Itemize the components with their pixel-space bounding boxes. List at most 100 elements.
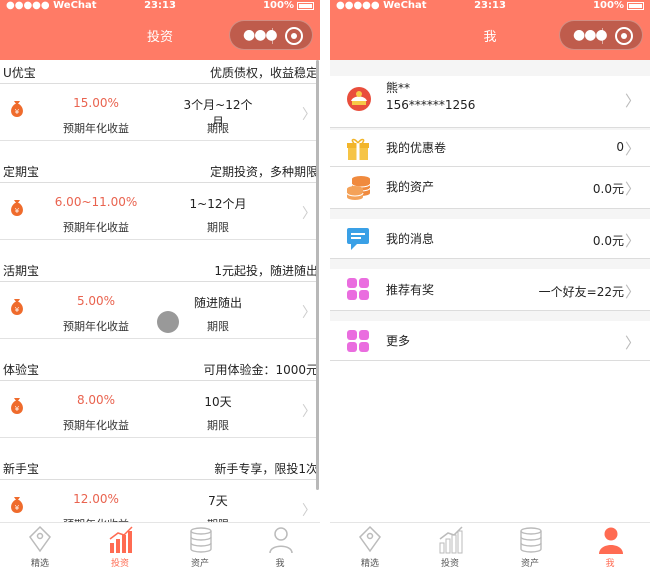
nav-bar: 我 ●●● — [330, 14, 650, 60]
term-value: 10天 — [204, 395, 232, 409]
product-name: 活期宝 — [3, 264, 40, 278]
close-circle-icon[interactable] — [285, 27, 303, 45]
touch-indicator — [157, 311, 179, 333]
chevron-right-icon: 〉 — [302, 305, 316, 321]
product-name: 体验宝 — [3, 363, 40, 377]
money-bag-icon: ¥ — [11, 101, 23, 117]
user-name: 熊** — [386, 81, 411, 95]
grid-icon — [347, 330, 369, 352]
capsule-menu[interactable]: ●●● — [559, 20, 643, 50]
product-card[interactable]: U优宝 优质债权，收益稳定 ¥15.00% 预期年化收益 3个月~12个月 期限〉 — [0, 60, 318, 159]
gift-icon — [347, 138, 369, 160]
chevron-right-icon: 〉 — [624, 232, 640, 250]
menu-label: 我的优惠卷 — [386, 141, 447, 155]
tab-me[interactable]: 我 — [570, 523, 650, 568]
svg-text:¥: ¥ — [15, 306, 20, 314]
menu-value: 0.0元 — [592, 182, 624, 196]
product-card[interactable]: 活期宝 1元起投，随进随出 ¥5.00% 预期年化收益 随进随出 期限 〉 — [0, 258, 318, 357]
tab-label: 我 — [605, 559, 615, 568]
product-card[interactable]: 体验宝 可用体验金：1000元 ¥8.00% 预期年化收益 10天 期限 〉 — [0, 357, 318, 456]
battery-icon — [627, 2, 644, 10]
battery-icon — [297, 2, 314, 10]
term-label: 期限 — [207, 221, 229, 234]
user-icon — [269, 527, 293, 554]
chevron-right-icon: 〉 — [624, 334, 640, 352]
user-profile-row[interactable]: 熊** 156******1256 〉 — [330, 76, 650, 128]
menu-item-assets[interactable]: 我的资产 0.0元 〉 — [330, 167, 650, 209]
chevron-right-icon: 〉 — [302, 206, 316, 222]
menu-item-coupons[interactable]: 我的优惠卷 0 〉 — [330, 130, 650, 167]
tab-assets[interactable]: 资产 — [160, 523, 240, 568]
chart-icon — [109, 526, 133, 553]
svg-text:¥: ¥ — [15, 405, 20, 413]
capsule-menu[interactable]: ●●● — [229, 20, 313, 50]
chevron-right-icon: 〉 — [624, 180, 640, 198]
rate-label: 预期年化收益 — [63, 221, 129, 234]
product-header: 新手宝 新手专享，限投1次 — [0, 456, 318, 480]
rate-label: 预期年化收益 — [63, 320, 129, 333]
menu-value: 0.0元 — [592, 234, 624, 248]
annual-rate: 5.00% — [76, 294, 116, 308]
profile-screen: ●●●●● WeChat 23:13 100% 我 ●●● 熊** 156***… — [330, 0, 650, 568]
menu-label: 我的消息 — [386, 232, 435, 246]
menu-item-referral[interactable]: 推荐有奖 一个好友=22元 〉 — [330, 269, 650, 311]
chevron-right-icon: 〉 — [302, 404, 316, 420]
tab-me[interactable]: 我 — [240, 523, 320, 568]
chart-icon — [439, 526, 463, 554]
rate-label: 预期年化收益 — [63, 419, 129, 432]
menu-value: 一个好友=22元 — [538, 285, 624, 299]
product-header: 活期宝 1元起投，随进随出 — [0, 258, 318, 282]
menu-item-messages[interactable]: 我的消息 0.0元 〉 — [330, 219, 650, 259]
chevron-right-icon: 〉 — [624, 283, 640, 301]
menu-label: 推荐有奖 — [386, 283, 435, 297]
product-name: 定期宝 — [3, 165, 40, 179]
tab-label: 投资 — [110, 559, 129, 568]
svg-text:¥: ¥ — [15, 504, 20, 512]
annual-rate: 8.00% — [76, 393, 116, 407]
tab-invest[interactable]: 投资 — [410, 523, 490, 568]
money-bag-icon: ¥ — [11, 299, 23, 315]
product-card[interactable]: 定期宝 定期投资，多种期限 ¥6.00~11.00% 预期年化收益 1~12个月 期限 〉 — [0, 159, 318, 258]
rate-label: 预期年化收益 — [63, 122, 129, 135]
nav-bar: 投资 ●●● — [0, 14, 320, 60]
product-header: 体验宝 可用体验金：1000元 — [0, 357, 318, 381]
grid-icon — [347, 278, 369, 300]
annual-rate: 15.00% — [73, 96, 119, 110]
chevron-right-icon: 〉 — [302, 503, 316, 519]
money-bag-icon: ¥ — [11, 200, 23, 216]
menu-item-more[interactable]: 更多 〉 — [330, 321, 650, 361]
chevron-right-icon: 〉 — [624, 140, 640, 158]
status-bar: ●●●●● WeChat 23:13 100% — [0, 0, 320, 14]
chevron-right-icon: 〉 — [624, 92, 640, 110]
user-phone: 156******1256 — [386, 98, 476, 112]
annual-rate: 6.00~11.00% — [54, 195, 138, 209]
product-desc: 新手专享，限投1次 — [214, 462, 318, 476]
annual-rate: 12.00% — [73, 492, 119, 506]
menu-label: 我的资产 — [386, 180, 435, 194]
coins-icon — [520, 527, 542, 553]
tag-icon — [29, 525, 51, 553]
product-name: 新手宝 — [3, 462, 40, 476]
term-label: 期限 — [207, 122, 229, 135]
close-circle-icon[interactable] — [615, 27, 633, 45]
invest-screen: ●●●●● WeChat 23:13 100% 投资 ●●● U优宝 优质债权，收… — [0, 0, 320, 568]
product-header: 定期宝 定期投资，多种期限 — [0, 159, 318, 183]
tab-label: 资产 — [190, 559, 209, 568]
menu-value: 0 — [616, 140, 624, 154]
tab-assets[interactable]: 资产 — [490, 523, 570, 568]
term-value: 随进随出 — [193, 296, 242, 310]
money-bag-icon: ¥ — [11, 497, 23, 513]
tab-featured[interactable]: 精选 — [0, 523, 80, 568]
battery-label: 100% — [263, 0, 294, 11]
term-value: 7天 — [208, 494, 228, 508]
term-value: 1~12个月 — [189, 197, 247, 211]
product-desc: 1元起投，随进随出 — [214, 264, 318, 278]
battery-label: 100% — [593, 0, 624, 11]
status-bar: ●●●●● WeChat 23:13 100% — [330, 0, 650, 14]
tab-bar: 精选 投资 资产 我 — [330, 522, 650, 568]
tab-label: 精选 — [360, 559, 379, 568]
scrollbar[interactable] — [316, 60, 319, 490]
tab-label: 精选 — [30, 559, 49, 568]
tab-featured[interactable]: 精选 — [330, 523, 410, 568]
tab-invest[interactable]: 投资 — [80, 523, 160, 568]
